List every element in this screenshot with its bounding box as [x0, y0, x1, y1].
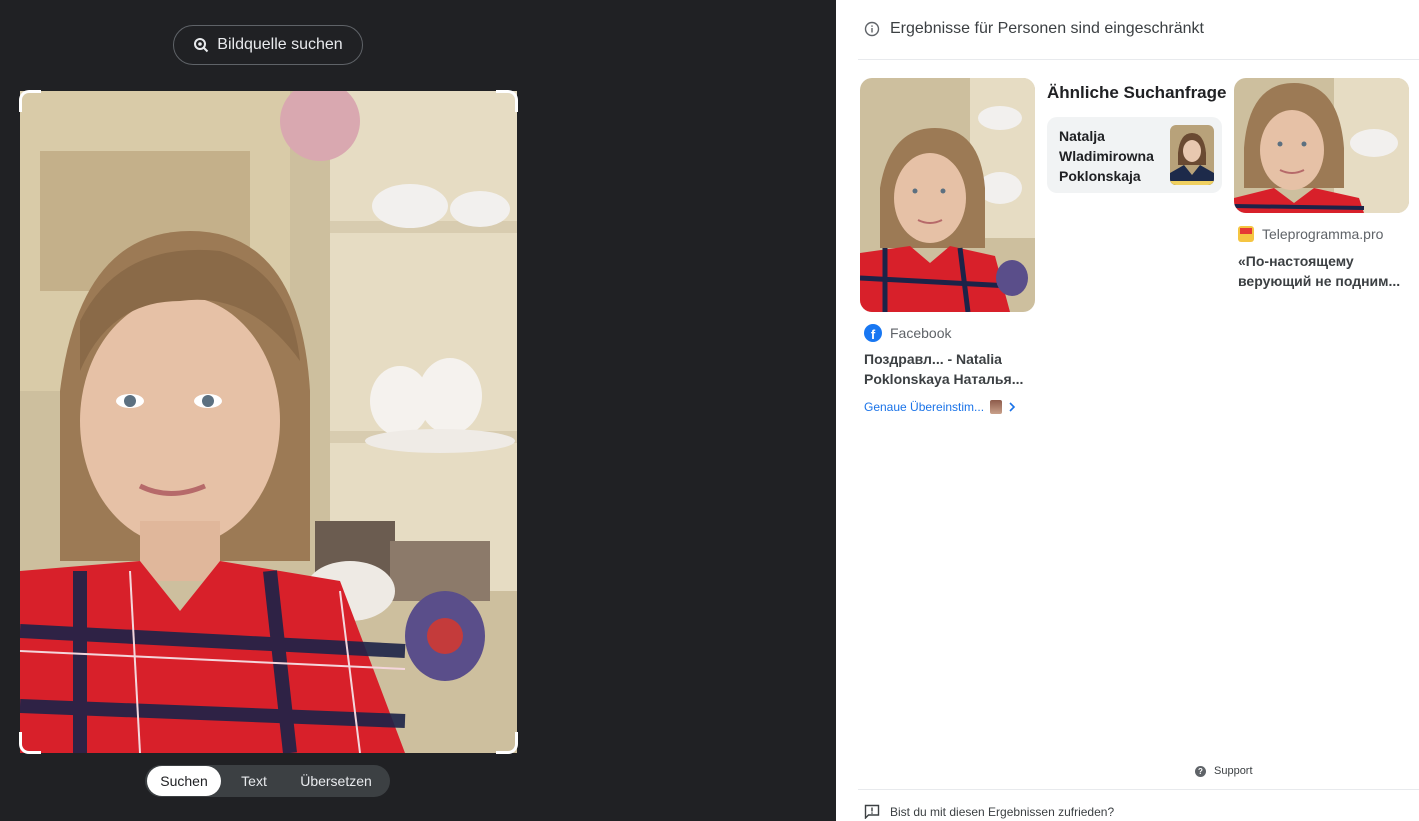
- crop-handle-bottom-right[interactable]: [496, 732, 518, 754]
- result-source-teleprogramma[interactable]: Teleprogramma.pro: [1238, 226, 1383, 242]
- image-panel: Bildquelle suchen Suchen Text Übersetzen: [0, 0, 836, 821]
- feedback-link[interactable]: Bist du mit diesen Ergebnissen zufrieden…: [864, 804, 1114, 819]
- mode-tab-translate[interactable]: Übersetzen: [287, 766, 385, 796]
- chevron-right-icon: [1009, 402, 1016, 412]
- results-panel: Ergebnisse für Personen sind eingeschrän…: [836, 0, 1419, 821]
- crop-handle-top-left[interactable]: [19, 90, 41, 112]
- similar-searches-heading: Ähnliche Suchanfrage: [1047, 83, 1227, 102]
- exact-matches-label: Genaue Übereinstim...: [864, 400, 985, 414]
- divider: [858, 59, 1419, 60]
- mode-tab-text[interactable]: Text: [221, 766, 287, 796]
- crop-handle-bottom-left[interactable]: [19, 732, 41, 754]
- teleprogramma-icon: [1238, 226, 1254, 242]
- result-title-line: «По-настоящему: [1238, 253, 1354, 269]
- similar-search-chip[interactable]: Natalja Wladimirowna Poklonskaja: [1047, 117, 1222, 193]
- result-title-facebook[interactable]: Поздравл... - Natalia Poklonskaya Наталь…: [864, 349, 1034, 389]
- lens-search-icon: [194, 38, 209, 53]
- info-icon: [864, 21, 880, 37]
- footer-divider: [858, 789, 1419, 790]
- similar-search-label: Natalja Wladimirowna Poklonskaja: [1059, 126, 1169, 186]
- result-source-facebook[interactable]: f Facebook: [864, 324, 951, 342]
- help-icon: ?: [1195, 765, 1206, 777]
- exact-match-thumbnail: [990, 400, 1003, 414]
- result-source-label: Facebook: [890, 325, 952, 341]
- mode-tab-search[interactable]: Suchen: [147, 766, 221, 796]
- query-photo: [20, 91, 517, 753]
- feedback-icon: [864, 804, 880, 819]
- selection-area[interactable]: [19, 90, 518, 754]
- mode-switcher: Suchen Text Übersetzen: [145, 765, 390, 797]
- result-title-line: верующий не подним...: [1238, 273, 1401, 289]
- result-title-line: Поздравл... - Natalia: [864, 351, 1002, 367]
- similar-search-line: Poklonskaja: [1059, 168, 1141, 184]
- support-link[interactable]: ? Support: [1195, 765, 1253, 777]
- result-source-label: Teleprogramma.pro: [1262, 226, 1384, 242]
- result-title-line: Poklonskaya Наталья...: [864, 371, 1024, 387]
- support-label: Support: [1214, 765, 1253, 777]
- similar-search-line: Wladimirowna: [1059, 148, 1154, 164]
- result-thumbnail-facebook[interactable]: [860, 78, 1035, 312]
- restricted-notice-text: Ergebnisse für Personen sind eingeschrän…: [890, 20, 1204, 37]
- similar-search-line: Natalja: [1059, 128, 1105, 144]
- feedback-label: Bist du mit diesen Ergebnissen zufrieden…: [890, 804, 1115, 819]
- find-image-source-label: Bildquelle suchen: [217, 36, 343, 53]
- restricted-notice: Ergebnisse für Personen sind eingeschrän…: [864, 17, 1204, 41]
- crop-handle-top-right[interactable]: [496, 90, 518, 112]
- find-image-source-button[interactable]: Bildquelle suchen: [173, 25, 363, 65]
- exact-matches-link[interactable]: Genaue Übereinstim...: [864, 400, 1016, 414]
- facebook-icon: f: [864, 324, 882, 342]
- similar-search-thumbnail: [1170, 125, 1214, 185]
- result-title-teleprogramma[interactable]: «По-настоящему верующий не подним...: [1238, 251, 1413, 291]
- result-thumbnail-teleprogramma[interactable]: [1234, 78, 1409, 213]
